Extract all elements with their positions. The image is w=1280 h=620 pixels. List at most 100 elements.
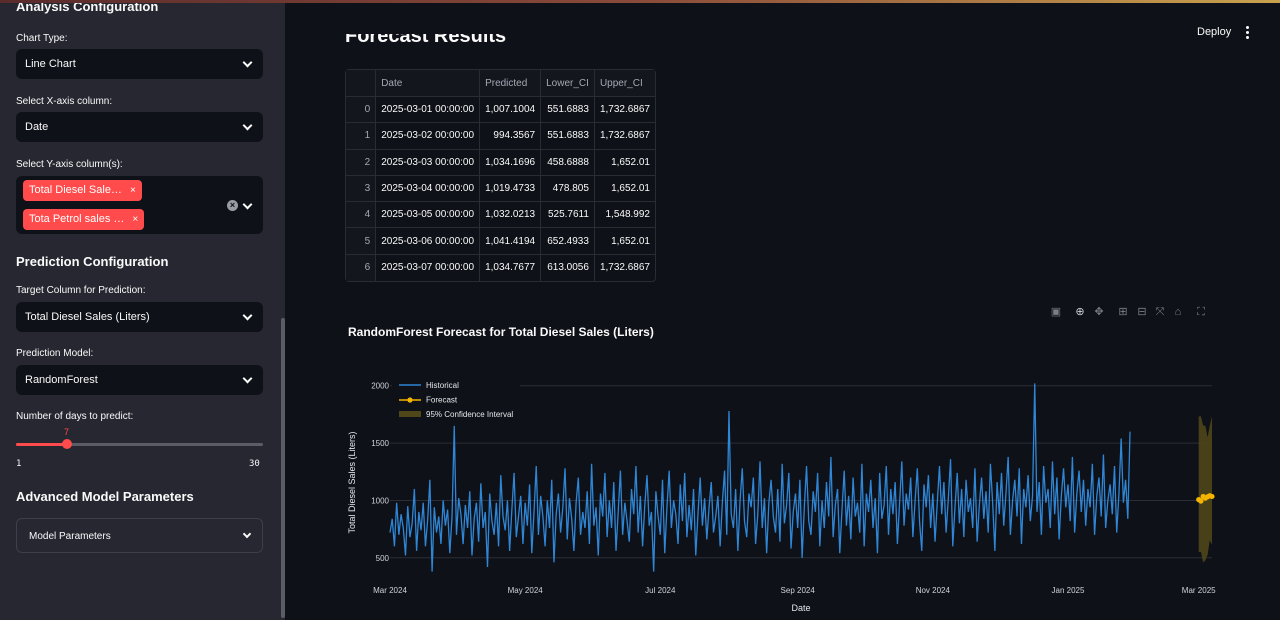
confidence-interval-band: [1198, 416, 1212, 563]
row-predicted: 1,034.1696: [480, 149, 542, 176]
table-row[interactable]: 4 2025-03-05 00:00:00 1,032.0213 525.7611 1,…: [346, 202, 655, 229]
model-parameters-label: Model Parameters: [29, 531, 111, 542]
row-lower-ci: 551.6883: [541, 97, 595, 124]
row-predicted: 994.3567: [480, 123, 542, 150]
x-tick-label: Mar 2025: [1182, 586, 1216, 595]
tag-remove-icon[interactable]: ×: [130, 185, 136, 196]
y-tick-label: 2000: [371, 382, 389, 391]
row-predicted: 1,007.1004: [480, 97, 542, 124]
table-row[interactable]: 0 2025-03-01 00:00:00 1,007.1004 551.6883 1,…: [346, 97, 655, 124]
tag-remove-icon[interactable]: ×: [132, 214, 138, 225]
chart-type-value: Line Chart: [25, 58, 76, 70]
row-index: 2: [346, 149, 377, 176]
y-axis-label: Total Diesel Sales (Liters): [347, 431, 357, 533]
days-slider-value: 7: [64, 427, 70, 437]
prediction-model-select[interactable]: RandomForest: [16, 365, 263, 395]
legend-label: Historical: [426, 381, 459, 390]
chart-title: RandomForest Forecast for Total Diesel S…: [348, 325, 654, 339]
x-axis-select[interactable]: Date: [16, 112, 263, 142]
table-row[interactable]: 3 2025-03-04 00:00:00 1,019.4733 478.805 1,6…: [346, 175, 655, 203]
x-axis-label: Select X-axis column:: [16, 96, 113, 107]
row-upper-ci: 1,732.6867: [594, 123, 655, 150]
main-menu-icon[interactable]: [1246, 26, 1250, 41]
row-date: 2025-03-07 00:00:00: [376, 254, 481, 282]
camera-icon[interactable]: ▣: [1050, 306, 1062, 318]
x-tick-label: May 2024: [508, 586, 544, 595]
days-slider-thumb[interactable]: [62, 439, 73, 449]
days-slider[interactable]: [16, 439, 263, 449]
forecast-chart[interactable]: 500 1000 1500 2000 Mar 2024 May 2024 Jul 2024 S…: [340, 370, 1230, 615]
deploy-button[interactable]: Deploy: [1197, 26, 1231, 38]
table-header-row: Date Predicted Lower_CI Upper_CI: [346, 70, 655, 97]
row-index: 0: [346, 97, 377, 124]
legend-ci-swatch: [399, 411, 421, 417]
table-header-index[interactable]: [346, 70, 377, 97]
row-lower-ci: 458.6888: [541, 149, 595, 176]
table-header-predicted[interactable]: Predicted: [480, 70, 542, 97]
y-axis-tag-petrol[interactable]: Tota Petrol sales … ×: [23, 209, 145, 230]
row-upper-ci: 1,548.992: [594, 202, 655, 229]
x-tick-label: Mar 2024: [373, 586, 407, 595]
row-lower-ci: 551.6883: [541, 123, 595, 150]
legend-label: Forecast: [426, 396, 458, 405]
chevron-down-icon[interactable]: [242, 199, 253, 210]
y-axis-label: Select Y-axis column(s):: [16, 159, 123, 170]
x-tick-label: Nov 2024: [916, 586, 951, 595]
chevron-down-icon: [242, 57, 253, 68]
row-index: 4: [346, 202, 377, 229]
section-title-analysis: Analysis Configuration: [16, 3, 159, 14]
chart-type-label: Chart Type:: [16, 33, 68, 44]
table-header-date[interactable]: Date: [376, 70, 481, 97]
row-index: 3: [346, 175, 377, 203]
row-date: 2025-03-05 00:00:00: [376, 202, 481, 229]
model-parameters-expander[interactable]: Model Parameters: [16, 518, 263, 553]
target-column-select[interactable]: Total Diesel Sales (Liters): [16, 302, 263, 332]
row-lower-ci: 478.805: [541, 175, 595, 203]
fullscreen-icon[interactable]: ⛶: [1195, 306, 1207, 318]
row-index: 1: [346, 123, 377, 150]
tag-label: Total Diesel Sale…: [29, 184, 122, 196]
zoom-out-icon[interactable]: ⊟: [1136, 306, 1148, 318]
row-upper-ci: 1,652.01: [594, 150, 655, 176]
zoom-in-icon[interactable]: ⊞: [1117, 306, 1129, 318]
table-row[interactable]: 1 2025-03-02 00:00:00 994.3567 551.6883 1,73…: [346, 123, 655, 150]
row-predicted: 1,019.4733: [480, 175, 542, 203]
chart-type-select[interactable]: Line Chart: [16, 49, 263, 79]
y-axis-multiselect[interactable]: Total Diesel Sale… × Tota Petrol sales … ×…: [16, 176, 263, 234]
table-row[interactable]: 5 2025-03-06 00:00:00 1,041.4194 652.4933 1,…: [346, 228, 655, 255]
section-title-prediction: Prediction Configuration: [16, 254, 169, 269]
days-slider-fill: [16, 443, 68, 446]
chevron-down-icon: [242, 120, 253, 131]
y-tick-label: 500: [376, 554, 390, 563]
reset-axes-icon[interactable]: ⌂: [1172, 306, 1184, 318]
sidebar-scrollbar[interactable]: [281, 318, 285, 618]
prediction-model-value: RandomForest: [25, 374, 98, 386]
table-header-upper-ci[interactable]: Upper_CI: [594, 70, 655, 97]
clear-all-icon[interactable]: ×: [227, 200, 238, 211]
zoom-icon[interactable]: ⊕: [1074, 306, 1086, 318]
row-upper-ci: 1,652.01: [594, 176, 655, 203]
table-row[interactable]: 2 2025-03-03 00:00:00 1,034.1696 458.6888 1,…: [346, 149, 655, 176]
y-axis-tag-diesel[interactable]: Total Diesel Sale… ×: [23, 180, 142, 201]
chevron-down-icon: [242, 310, 253, 321]
autoscale-icon[interactable]: ⤧: [1154, 306, 1166, 318]
days-slider-max: 30: [249, 459, 260, 469]
row-date: 2025-03-03 00:00:00: [376, 149, 481, 176]
row-lower-ci: 613.0056: [541, 254, 595, 282]
row-date: 2025-03-04 00:00:00: [376, 175, 481, 203]
row-date: 2025-03-06 00:00:00: [376, 228, 481, 255]
row-predicted: 1,034.7677: [480, 254, 542, 282]
table-header-lower-ci[interactable]: Lower_CI: [541, 70, 595, 97]
tag-label: Tota Petrol sales …: [29, 213, 125, 225]
target-column-value: Total Diesel Sales (Liters): [25, 311, 150, 323]
x-tick-label: Jan 2025: [1052, 586, 1085, 595]
days-slider-min: 1: [16, 459, 22, 469]
x-tick-label: Jul 2024: [645, 586, 676, 595]
pan-icon[interactable]: ✥: [1093, 306, 1105, 318]
forecast-table[interactable]: Date Predicted Lower_CI Upper_CI 0 2025-0…: [345, 69, 656, 283]
x-axis-value: Date: [25, 121, 49, 133]
target-column-label: Target Column for Prediction:: [16, 285, 146, 296]
page-title: Forecast Results: [345, 34, 506, 50]
y-tick-label: 1500: [371, 439, 389, 448]
table-row[interactable]: 6 2025-03-07 00:00:00 1,034.7677 613.0056 1,…: [346, 254, 655, 282]
